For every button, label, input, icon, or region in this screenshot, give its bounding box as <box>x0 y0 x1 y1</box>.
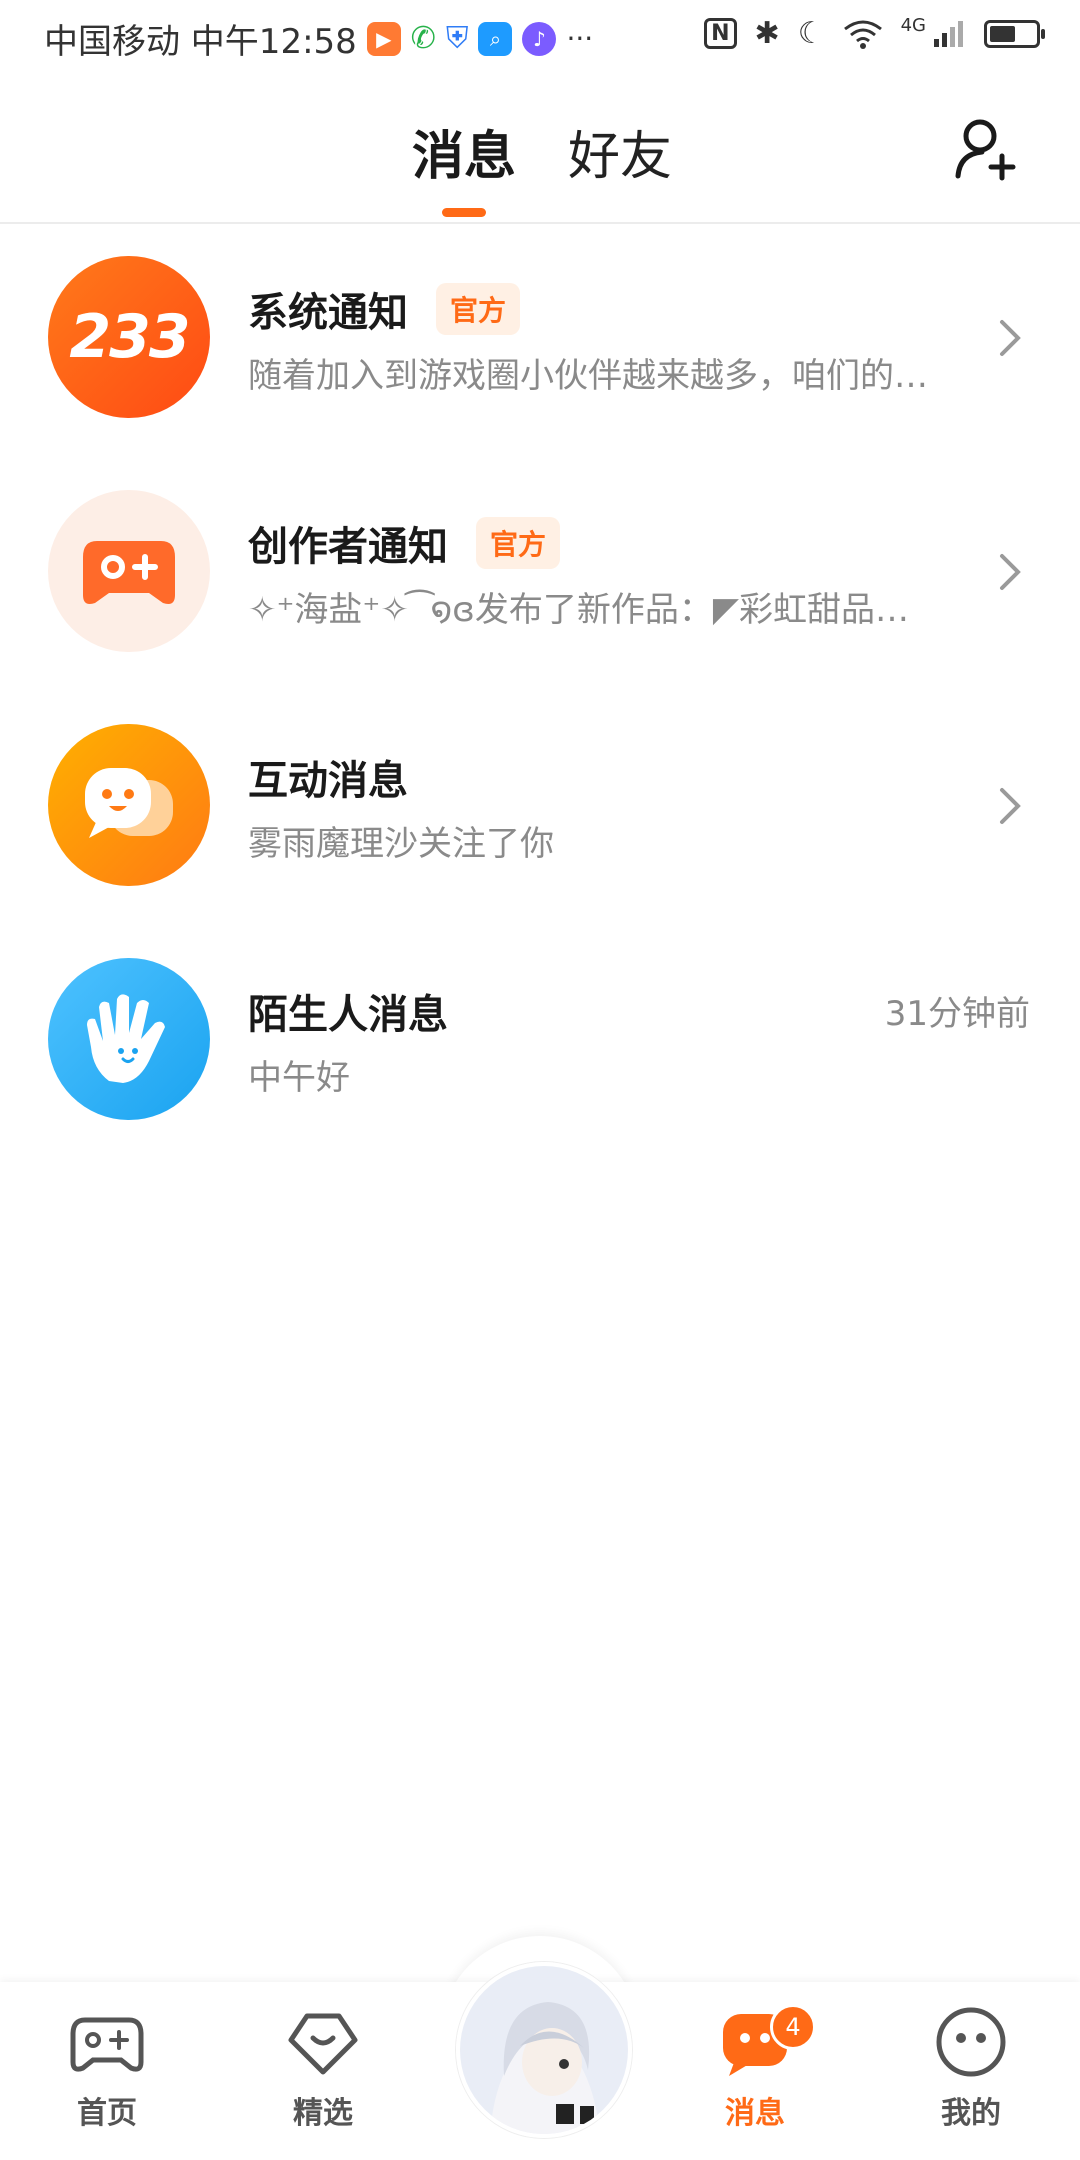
chevron-right-icon <box>1000 554 1021 590</box>
bluetooth-icon: ✱ <box>754 16 780 51</box>
row-preview: ✧⁺海盐⁺✧ ͡ ໑ɞ发布了新作品：◤彩虹甜品… <box>248 590 909 630</box>
row-title-wrap: 系统通知 官方 <box>248 280 521 338</box>
search-app-icon: ⌕ <box>478 21 513 56</box>
battery-icon <box>984 19 1045 48</box>
status-bar: 中国移动 中午12:58 ▶ ✆ ⛨ ⌕ ♪ ··· N ✱ ☾ 4G <box>0 0 1080 78</box>
row-title-wrap: 创作者通知 官方 <box>248 514 561 572</box>
row-title: 陌生人消息 <box>248 992 448 1038</box>
waving-hand-icon <box>87 994 165 1083</box>
gamepad-icon <box>70 2017 144 2072</box>
row-title: 互动消息 <box>248 758 408 804</box>
list-item-system-notice[interactable]: 233 系统通知 官方 随着加入到游戏圈小伙伴越来越多，咱们的… <box>0 224 1080 458</box>
chevron-right-icon <box>1000 788 1021 824</box>
shield-icon: ⛨ <box>445 21 469 56</box>
center-user-avatar[interactable] <box>456 1962 632 2138</box>
logo-233: 233 <box>69 302 190 372</box>
nav-featured-label: 精选 <box>293 2096 353 2131</box>
row-title: 创作者通知 <box>248 524 448 570</box>
wifi-icon <box>843 20 882 49</box>
nav-home[interactable]: 首页 <box>32 2002 182 2132</box>
gamepad-icon <box>83 541 175 604</box>
system-notice-avatar: 233 <box>48 256 210 418</box>
nav-mine-label: 我的 <box>941 2096 1001 2131</box>
active-tab-indicator <box>442 208 486 217</box>
list-item-interaction-messages[interactable]: 互动消息 雾雨魔理沙关注了你 <box>0 692 1080 926</box>
message-list: 233 系统通知 官方 随着加入到游戏圈小伙伴越来越多，咱们的… 创作者通知 官… <box>0 224 1080 1160</box>
do-not-disturb-icon: ☾ <box>797 16 825 51</box>
chevron-right-icon <box>1000 320 1021 356</box>
video-app-icon: ▶ <box>366 21 401 56</box>
heart-diamond-icon <box>288 2013 358 2075</box>
row-preview: 中午好 <box>248 1058 350 1098</box>
list-item-stranger-messages[interactable]: 陌生人消息 中午好 31分钟前 <box>0 926 1080 1160</box>
header: 消息 好友 <box>0 78 1080 224</box>
music-app-icon: ♪ <box>522 21 557 56</box>
nfc-icon: N <box>704 18 737 49</box>
anime-character-avatar <box>460 1966 628 2134</box>
row-title-wrap: 陌生人消息 <box>248 982 448 1040</box>
face-icon <box>936 2007 1006 2077</box>
add-friend-icon[interactable] <box>952 114 1022 184</box>
official-badge: 官方 <box>476 517 561 569</box>
tab-friends[interactable]: 好友 <box>568 114 672 189</box>
nav-messages-label: 消息 <box>725 2096 785 2131</box>
network-type: 4G <box>900 15 926 36</box>
official-badge: 官方 <box>436 283 521 335</box>
signal-icon <box>934 20 963 47</box>
creator-notice-avatar <box>48 490 210 652</box>
list-item-creator-notice[interactable]: 创作者通知 官方 ✧⁺海盐⁺✧ ͡ ໑ɞ发布了新作品：◤彩虹甜品… <box>0 458 1080 692</box>
stranger-avatar <box>48 958 210 1120</box>
more-notifications-icon: ··· <box>566 22 594 55</box>
row-title: 系统通知 <box>248 290 408 336</box>
chat-bubble-icon <box>85 768 173 838</box>
tab-messages[interactable]: 消息 <box>412 114 516 189</box>
messages-count-badge: 4 <box>770 2004 816 2050</box>
row-timestamp: 31分钟前 <box>884 994 1030 1034</box>
nav-home-label: 首页 <box>77 2096 137 2131</box>
carrier-time: 中国移动 中午12:58 <box>44 22 357 62</box>
row-preview: 雾雨魔理沙关注了你 <box>248 824 554 864</box>
phone-icon: ✆ <box>410 21 436 56</box>
nav-featured[interactable]: 精选 <box>248 2002 398 2132</box>
row-title-wrap: 互动消息 <box>248 748 408 806</box>
nav-mine[interactable]: 我的 <box>896 2002 1046 2132</box>
row-preview: 随着加入到游戏圈小伙伴越来越多，咱们的… <box>248 356 928 396</box>
interaction-avatar <box>48 724 210 886</box>
